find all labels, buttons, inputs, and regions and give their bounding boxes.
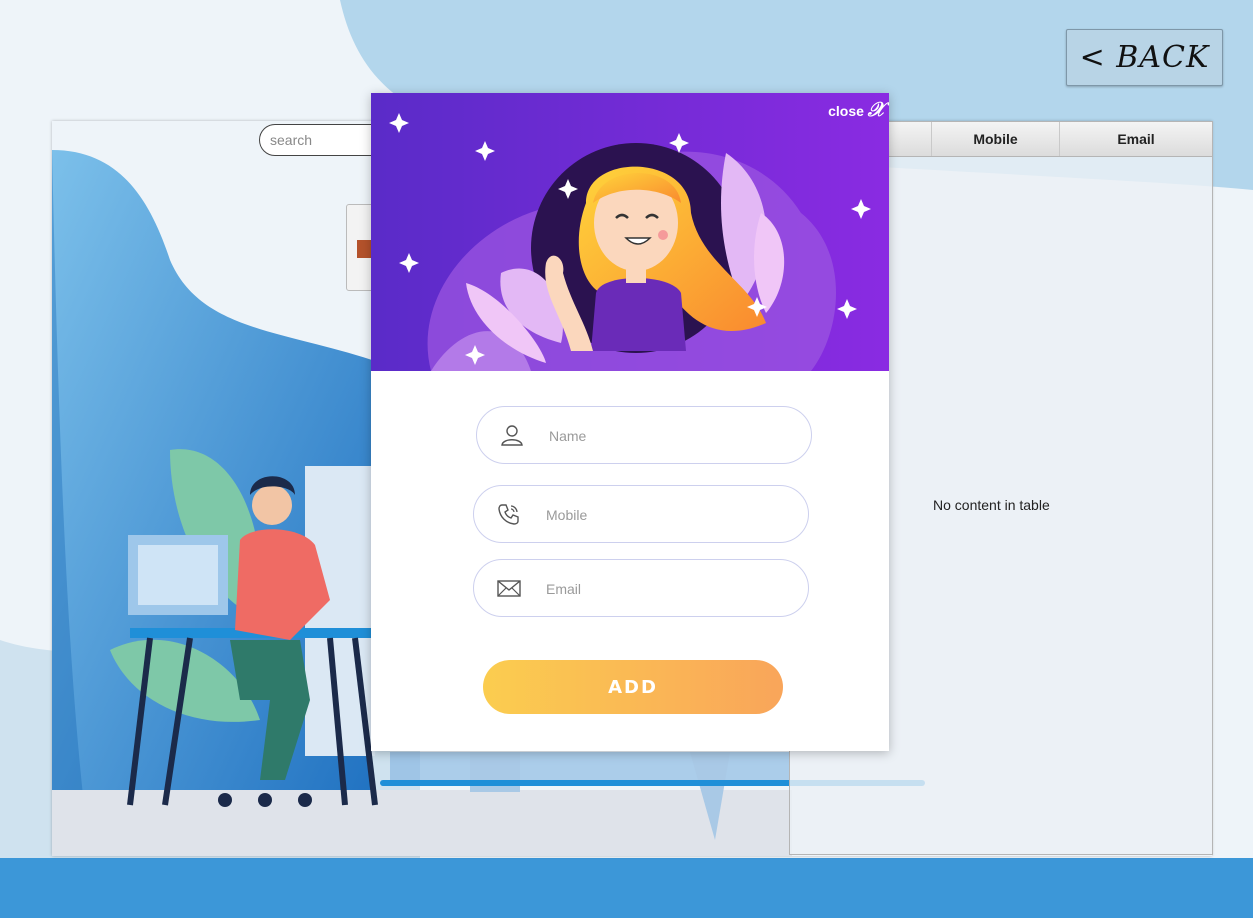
table-empty-message: No content in table: [933, 497, 1050, 513]
add-contact-dialog: close 𝒳 ADD: [371, 93, 889, 751]
close-label: close: [828, 103, 864, 119]
email-field[interactable]: [473, 559, 809, 617]
name-field[interactable]: [476, 406, 812, 464]
column-header-email[interactable]: Email: [1060, 122, 1212, 156]
close-button[interactable]: close 𝒳: [828, 97, 885, 121]
name-input[interactable]: [547, 421, 791, 451]
email-input[interactable]: [544, 574, 788, 604]
column-header-mobile[interactable]: Mobile: [932, 122, 1060, 156]
close-icon: 𝒳: [867, 97, 885, 121]
user-icon: [501, 425, 523, 446]
mobile-input[interactable]: [544, 500, 788, 530]
back-button[interactable]: < BACK: [1066, 29, 1223, 86]
envelope-icon: [497, 580, 521, 597]
dialog-header-illustration: close 𝒳: [371, 93, 889, 371]
add-button[interactable]: ADD: [483, 660, 783, 714]
mobile-field[interactable]: [473, 485, 809, 543]
phone-icon: [498, 504, 519, 525]
